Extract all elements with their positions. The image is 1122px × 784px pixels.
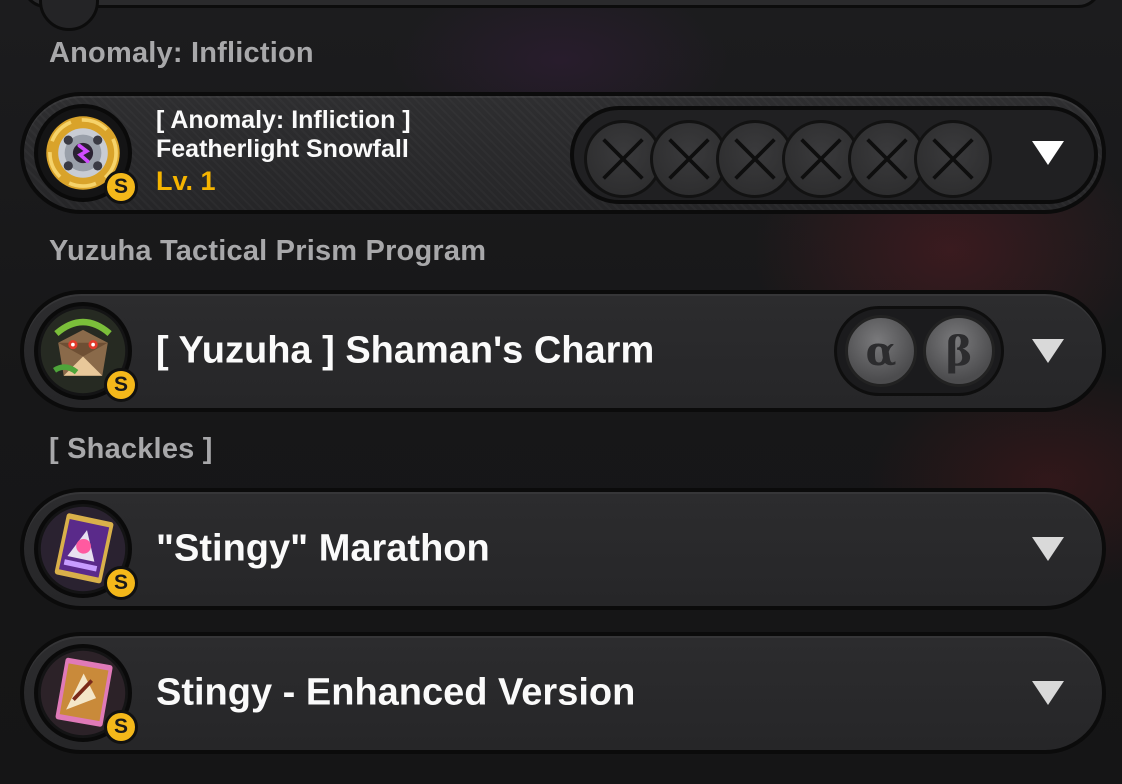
alpha-variant-button[interactable]: α [845, 315, 917, 387]
item-title: "Stingy" Marathon [156, 527, 490, 570]
item-details: [ Anomaly: Infliction ] Featherlight Sno… [156, 106, 411, 198]
slot-track [570, 106, 1098, 204]
item-category: [ Anomaly: Infliction ] [156, 106, 411, 134]
anomaly-item-card[interactable]: S [ Anomaly: Infliction ] Featherlight S… [20, 92, 1106, 214]
previous-item-icon [39, 0, 99, 31]
item-title: [ Yuzuha ] Shaman's Charm [156, 329, 655, 372]
section-heading-yuzuha: Yuzuha Tactical Prism Program [49, 235, 487, 267]
rank-badge: S [104, 566, 138, 600]
item-title: Stingy - Enhanced Version [156, 671, 636, 714]
yuzuha-item-card[interactable]: S [ Yuzuha ] Shaman's Charm α β [20, 290, 1106, 412]
chevron-down-icon[interactable] [1032, 141, 1064, 165]
item-name: Featherlight Snowfall [156, 135, 409, 163]
chevron-down-icon[interactable] [1032, 339, 1064, 363]
beta-variant-button[interactable]: β [923, 315, 995, 387]
shackle-item-card[interactable]: S "Stingy" Marathon [20, 488, 1106, 610]
empty-slot-icon[interactable] [914, 120, 992, 198]
chevron-down-icon[interactable] [1032, 681, 1064, 705]
chevron-down-icon[interactable] [1032, 537, 1064, 561]
previous-item-card[interactable] [22, 0, 1102, 31]
rank-badge: S [104, 368, 138, 402]
rank-badge: S [104, 710, 138, 744]
section-heading-shackles: [ Shackles ] [49, 433, 213, 465]
rank-badge: S [104, 170, 138, 204]
item-level: Lv. 1 [156, 166, 216, 196]
section-heading-anomaly: Anomaly: Infliction [49, 37, 314, 69]
shackle-item-card[interactable]: S Stingy - Enhanced Version [20, 632, 1106, 754]
variant-selector: α β [834, 306, 1004, 396]
